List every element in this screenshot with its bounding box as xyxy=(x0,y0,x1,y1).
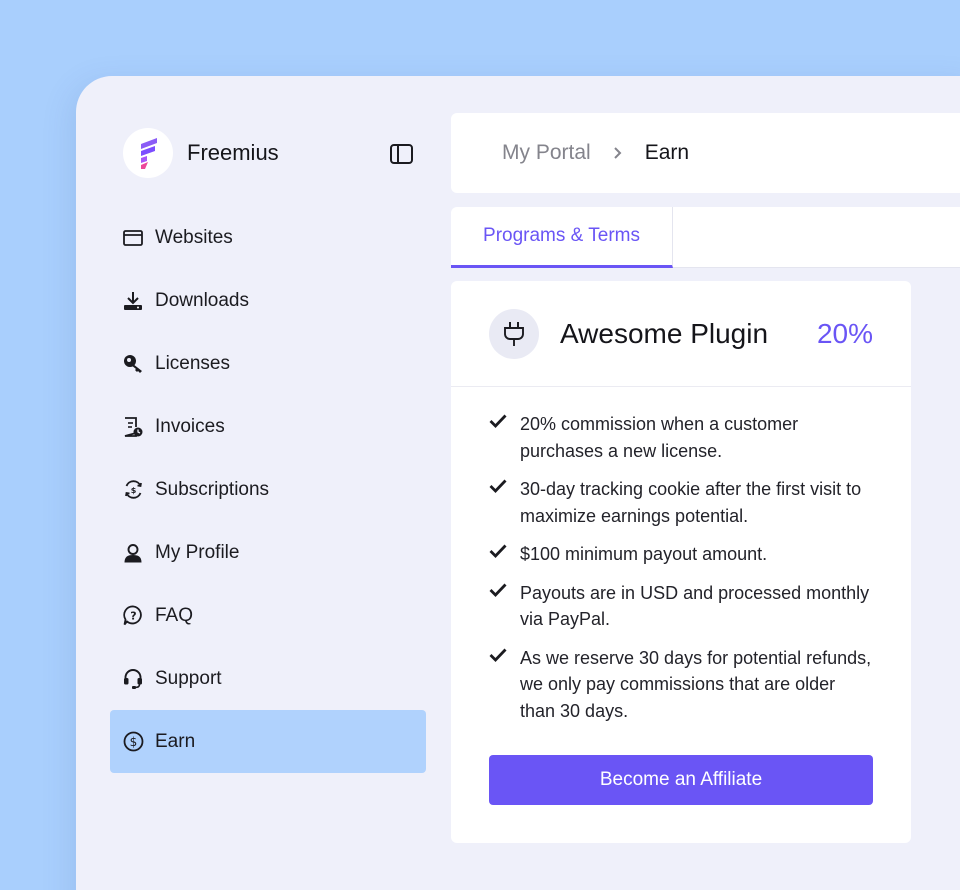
sidebar-item-websites[interactable]: Websites xyxy=(110,206,426,269)
sidebar-item-downloads[interactable]: Downloads xyxy=(110,269,426,332)
breadcrumb-parent-link[interactable]: My Portal xyxy=(502,141,591,165)
sidebar-item-label: Licenses xyxy=(155,352,230,374)
check-icon xyxy=(489,411,509,433)
app-window: Freemius Websites Downloads Licenses Inv… xyxy=(76,76,960,890)
plug-icon xyxy=(489,308,539,359)
sidebar-item-subscriptions[interactable]: $ Subscriptions xyxy=(110,458,426,521)
list-item: As we reserve 30 days for potential refu… xyxy=(489,645,873,725)
check-icon xyxy=(489,580,509,602)
subscription-cycle-icon: $ xyxy=(122,479,144,501)
browser-window-icon xyxy=(122,227,144,249)
breadcrumb-current: Earn xyxy=(644,141,690,164)
program-name: Awesome Plugin xyxy=(560,317,769,349)
sidebar-item-label: Invoices xyxy=(155,415,225,437)
list-item: 20% commission when a customer purchases… xyxy=(489,411,873,464)
program-header: Awesome Plugin 20% xyxy=(451,281,911,387)
svg-text:$: $ xyxy=(129,735,137,749)
sidebar-item-faq[interactable]: ? FAQ xyxy=(110,584,426,647)
sidebar-toggle-button[interactable] xyxy=(389,143,413,165)
become-affiliate-button[interactable]: Become an Affiliate xyxy=(489,755,873,805)
brand-name: Freemius xyxy=(187,140,279,165)
tab-bar: Programs & Terms xyxy=(451,207,960,268)
sidebar-item-label: Earn xyxy=(155,730,196,752)
freemius-logo-icon xyxy=(123,128,173,178)
sidebar-item-label: Support xyxy=(155,667,222,689)
sidebar-item-support[interactable]: Support xyxy=(110,647,426,710)
question-bubble-icon: ? xyxy=(122,605,144,627)
sidebar-item-my-profile[interactable]: My Profile xyxy=(110,521,426,584)
chevron-right-icon xyxy=(613,146,623,160)
sidebar-nav: Websites Downloads Licenses Invoices $ S… xyxy=(110,206,426,773)
program-card: Awesome Plugin 20% 20% commission when a… xyxy=(451,281,911,843)
key-icon xyxy=(122,353,144,375)
check-icon xyxy=(489,645,509,667)
commission-rate: 20% xyxy=(816,317,873,349)
sidebar-item-label: My Profile xyxy=(155,541,240,563)
brand[interactable]: Freemius xyxy=(123,128,279,178)
sidebar-item-label: Websites xyxy=(155,226,233,248)
invoice-icon xyxy=(122,416,144,438)
tab-programs-and-terms[interactable]: Programs & Terms xyxy=(451,207,673,268)
sidebar-item-label: Downloads xyxy=(155,289,249,311)
sidebar-item-label: FAQ xyxy=(155,604,194,626)
headset-icon xyxy=(122,668,144,690)
dollar-circle-icon: $ xyxy=(122,731,144,753)
sidebar-item-licenses[interactable]: Licenses xyxy=(110,332,426,395)
breadcrumb: My Portal Earn xyxy=(451,113,960,193)
term-text: 20% commission when a customer purchases… xyxy=(520,414,799,461)
list-item: 30-day tracking cookie after the first v… xyxy=(489,476,873,529)
term-text: Payouts are in USD and processed monthly… xyxy=(520,582,870,630)
check-icon xyxy=(489,541,509,563)
sidebar-item-invoices[interactable]: Invoices xyxy=(110,395,426,458)
svg-text:$: $ xyxy=(130,486,136,495)
user-icon xyxy=(122,542,144,564)
check-icon xyxy=(489,476,509,498)
terms-list: 20% commission when a customer purchases… xyxy=(451,387,911,724)
svg-text:?: ? xyxy=(130,610,136,623)
sidebar-item-label: Subscriptions xyxy=(155,478,270,500)
sidebar-item-earn[interactable]: $ Earn xyxy=(110,710,426,773)
term-text: As we reserve 30 days for potential refu… xyxy=(520,647,872,721)
list-item: $100 minimum payout amount. xyxy=(489,541,873,568)
term-text: 30-day tracking cookie after the first v… xyxy=(520,479,862,526)
term-text: $100 minimum payout amount. xyxy=(520,544,768,564)
download-icon xyxy=(122,290,144,312)
sidebar-toggle-icon xyxy=(389,144,413,164)
list-item: Payouts are in USD and processed monthly… xyxy=(489,580,873,633)
